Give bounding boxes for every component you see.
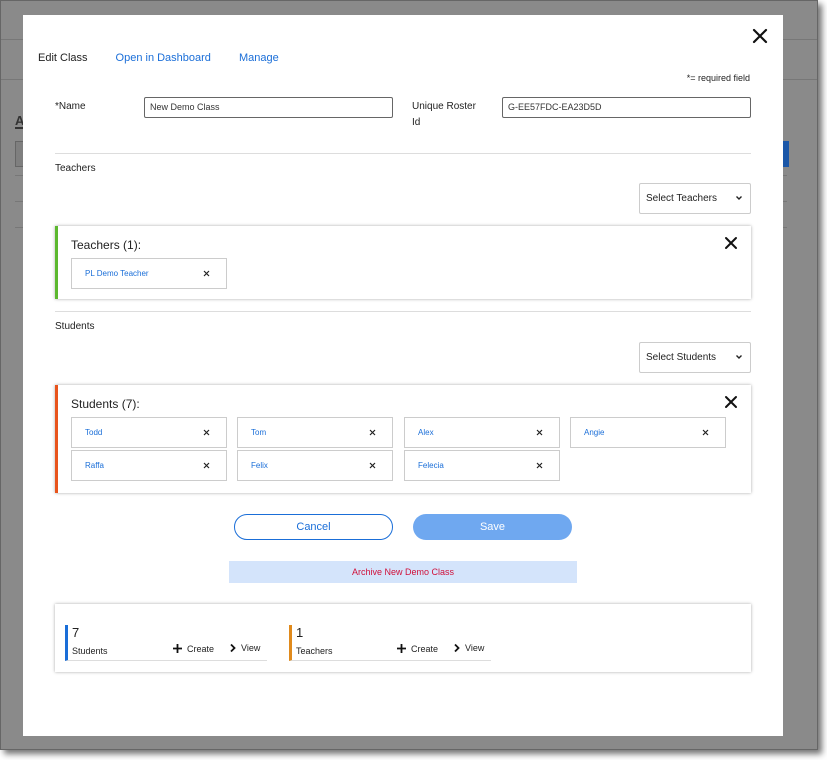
member-chip[interactable]: Angie	[570, 417, 726, 448]
teachers-stat-label: Teachers	[296, 646, 333, 656]
member-chip-label[interactable]: Angie	[584, 428, 604, 437]
close-icon[interactable]	[369, 429, 376, 436]
member-chip-label[interactable]: Todd	[85, 428, 102, 437]
required-field-note: *= required field	[686, 73, 750, 83]
archive-class-button[interactable]: Archive New Demo Class	[229, 561, 577, 583]
class-stats-panel: 7 Students Create View 1 Teachers Create…	[55, 604, 751, 672]
member-chip[interactable]: Felix	[237, 450, 393, 481]
close-icon[interactable]	[724, 236, 738, 250]
select-students-label: Select Students	[646, 352, 717, 363]
chevron-right-icon	[230, 643, 236, 653]
tab-open-dashboard[interactable]: Open in Dashboard	[116, 52, 211, 64]
member-chip-label[interactable]: Felecia	[418, 461, 444, 470]
view-students-button[interactable]: View	[229, 643, 260, 653]
create-student-label: Create	[187, 643, 215, 654]
select-teachers-label: Select Teachers	[646, 193, 717, 204]
close-icon[interactable]	[536, 462, 543, 469]
name-label: *Name	[55, 101, 86, 112]
close-icon[interactable]	[536, 429, 543, 436]
students-stat: 7 Students Create View	[65, 625, 267, 661]
member-chip[interactable]: Tom	[237, 417, 393, 448]
member-chip-label[interactable]: Tom	[251, 428, 266, 437]
select-teachers-dropdown[interactable]: Select Teachers	[639, 183, 751, 214]
teachers-group-title: Teachers (1):	[71, 238, 142, 252]
students-group-title: Students (7):	[71, 397, 140, 411]
roster-id-input[interactable]: G-EE57FDC-EA23D5D	[502, 97, 751, 118]
member-chip-label[interactable]: Raffa	[85, 461, 104, 470]
member-chip[interactable]: PL Demo Teacher	[71, 258, 227, 289]
students-group: Students (7): Todd Tom Alex Angie Raffa Felix…	[55, 385, 751, 493]
close-icon[interactable]	[203, 429, 210, 436]
view-teachers-label: View	[465, 643, 485, 653]
teachers-stat: 1 Teachers Create View	[289, 625, 491, 661]
chevron-down-icon	[736, 355, 742, 359]
edit-class-modal: Edit Class Open in Dashboard Manage *= r…	[23, 15, 783, 736]
window-frame: A Edit Class Open in Dashboard Manage *=…	[0, 0, 818, 750]
students-stat-label: Students	[72, 646, 108, 656]
roster-id-label-line1: Unique Roster	[412, 101, 476, 112]
create-student-button[interactable]: Create	[172, 643, 214, 654]
teachers-section-title: Teachers	[55, 163, 96, 174]
view-students-label: View	[241, 643, 261, 653]
chevron-down-icon	[736, 196, 742, 200]
teachers-count: 1	[296, 625, 304, 640]
teachers-group: Teachers (1): PL Demo Teacher	[55, 226, 751, 299]
cancel-button[interactable]: Cancel	[234, 514, 393, 540]
close-icon[interactable]	[369, 462, 376, 469]
member-chip[interactable]: Raffa	[71, 450, 227, 481]
modal-tabs: Edit Class Open in Dashboard Manage	[38, 52, 279, 64]
member-chip-label[interactable]: Felix	[251, 461, 268, 470]
students-section-title: Students	[55, 321, 95, 332]
roster-id-label: Unique Roster Id	[412, 99, 476, 131]
chevron-right-icon	[454, 643, 460, 653]
member-chip[interactable]: Alex	[404, 417, 560, 448]
students-count: 7	[72, 625, 80, 640]
member-chip-label[interactable]: Alex	[418, 428, 434, 437]
member-chip[interactable]: Felecia	[404, 450, 560, 481]
create-teacher-label: Create	[411, 643, 439, 654]
member-chip-label[interactable]: PL Demo Teacher	[85, 269, 149, 278]
background-button-fragment	[783, 141, 789, 167]
member-chip[interactable]: Todd	[71, 417, 227, 448]
plus-icon	[173, 644, 182, 653]
select-students-dropdown[interactable]: Select Students	[639, 342, 751, 373]
view-teachers-button[interactable]: View	[453, 643, 484, 653]
plus-icon	[397, 644, 406, 653]
save-button[interactable]: Save	[413, 514, 572, 540]
tab-edit-class[interactable]: Edit Class	[38, 52, 88, 64]
roster-id-label-line2: Id	[412, 117, 421, 128]
close-icon[interactable]	[702, 429, 709, 436]
section-divider	[55, 153, 751, 154]
close-icon[interactable]	[724, 395, 738, 409]
name-input[interactable]: New Demo Class	[144, 97, 393, 118]
tab-manage[interactable]: Manage	[239, 52, 279, 64]
close-icon[interactable]	[751, 27, 769, 45]
close-icon[interactable]	[203, 270, 210, 277]
section-divider	[55, 311, 751, 312]
close-icon[interactable]	[203, 462, 210, 469]
create-teacher-button[interactable]: Create	[396, 643, 438, 654]
